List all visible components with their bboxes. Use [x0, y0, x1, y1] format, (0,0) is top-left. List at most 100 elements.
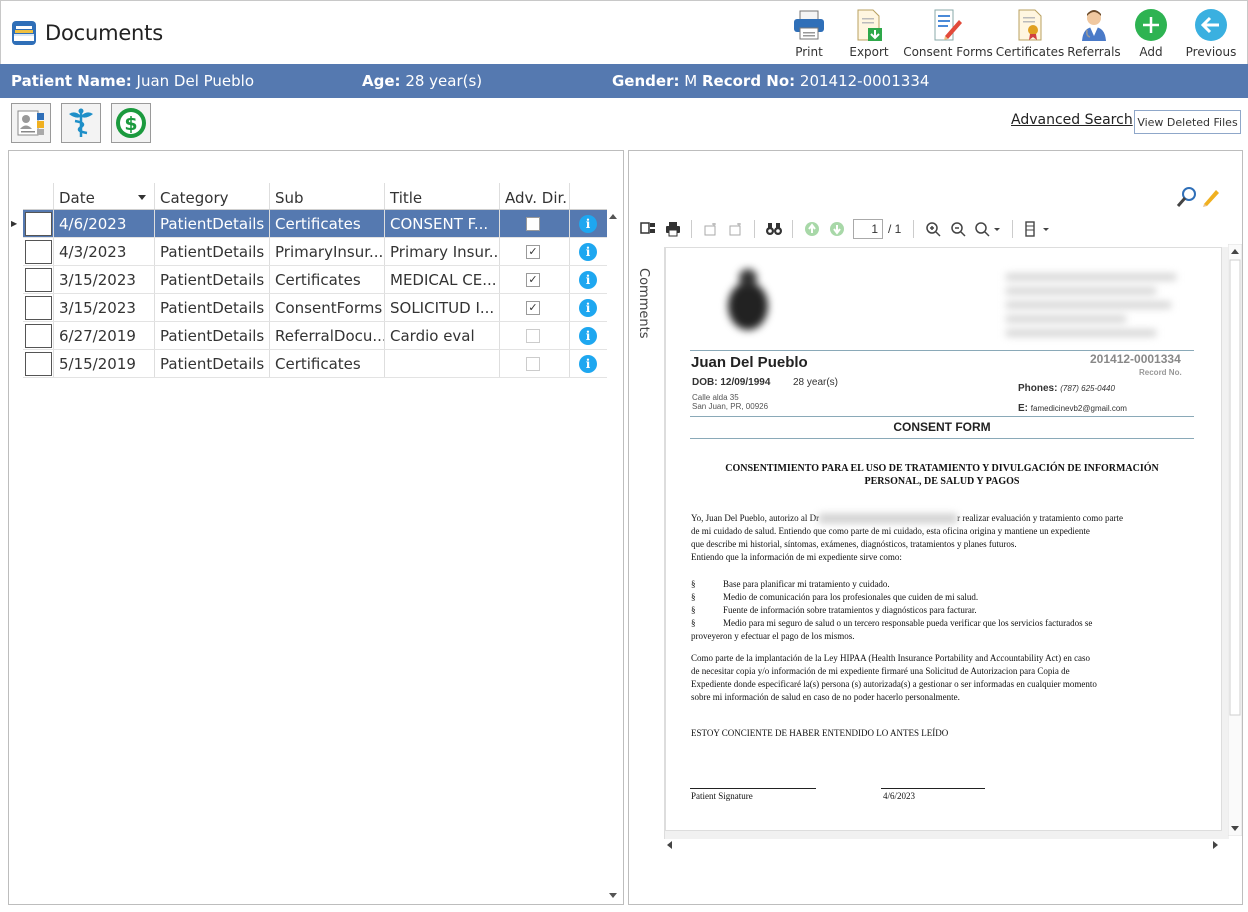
toolbar: Print Export Consent Forms Certificates … — [779, 7, 1241, 59]
column-header-sub[interactable]: Sub — [270, 183, 385, 209]
certificates-label: Certificates — [995, 45, 1065, 59]
next-page-icon[interactable] — [827, 220, 846, 239]
doc-bullet-text: Base para planificar mi tratamiento y cu… — [723, 579, 890, 589]
doc-dob: DOB: 12/09/1994 — [692, 377, 771, 388]
cell-date: 5/15/2019 — [54, 350, 155, 377]
table-row[interactable]: ▶ 4/6/2023 PatientDetails Certificates C… — [11, 210, 607, 238]
previous-page-icon[interactable] — [802, 220, 821, 239]
printer-icon — [791, 7, 827, 43]
doc-patient-name: Juan Del Pueblo — [691, 354, 808, 371]
info-icon[interactable]: i — [579, 215, 597, 233]
cell-category: PatientDetails — [155, 294, 270, 321]
print-doc-icon[interactable] — [663, 220, 682, 239]
referrals-button[interactable]: Referrals — [1067, 7, 1121, 59]
adv-dir-checkbox[interactable] — [526, 329, 540, 343]
row-selector-box — [25, 352, 52, 376]
table-row[interactable]: 3/15/2023 PatientDetails ConsentForms SO… — [23, 294, 607, 322]
cell-date: 3/15/2023 — [54, 294, 155, 321]
column-header-date[interactable]: Date — [54, 183, 155, 209]
document-canvas: Juan Del Pueblo 201412-0001334 Record No… — [664, 247, 1229, 839]
app-header: Documents Print Export Consent Forms Cer… — [0, 0, 1248, 64]
column-header-title[interactable]: Title — [385, 183, 500, 209]
cell-sub: Certificates — [270, 266, 385, 293]
row-selector-box — [25, 240, 52, 264]
viewer-horizontal-scrollbar[interactable] — [664, 838, 1229, 852]
consent-forms-button[interactable]: Consent Forms — [903, 7, 993, 59]
binoculars-icon[interactable] — [764, 220, 783, 239]
info-icon[interactable]: i — [579, 355, 597, 373]
certificates-button[interactable]: Certificates — [995, 7, 1065, 59]
current-row-indicator-icon: ▶ — [11, 219, 18, 228]
column-header-adv-dir[interactable]: Adv. Dir. — [500, 183, 570, 209]
cell-adv-dir — [500, 322, 570, 349]
doc-phones-label: Phones: — [1018, 383, 1058, 394]
thumbnails-icon[interactable] — [638, 220, 657, 239]
info-icon[interactable]: i — [579, 271, 597, 289]
export-button[interactable]: Export — [839, 7, 899, 59]
doc-bullet-text: Medio para mi seguro de salud o un terce… — [723, 618, 1093, 628]
info-icon[interactable]: i — [579, 327, 597, 345]
doc-para-1-line-1: Yo, Juan Del Pueblo, autorizo al Dr r rea… — [691, 512, 1191, 525]
advanced-search-link[interactable]: Advanced Search — [1011, 112, 1133, 128]
toolbar-separator — [1012, 220, 1014, 238]
row-selector[interactable] — [23, 294, 54, 321]
adv-dir-checkbox[interactable] — [526, 217, 540, 231]
info-icon[interactable]: i — [579, 299, 597, 317]
adv-dir-checkbox[interactable]: ✓ — [526, 301, 540, 315]
cell-date: 6/27/2019 — [54, 322, 155, 349]
cell-info: i — [570, 210, 607, 237]
row-selector[interactable] — [23, 350, 54, 377]
doc-bullet-text: Fuente de información sobre tratamientos… — [723, 605, 977, 615]
document-page: Juan Del Pueblo 201412-0001334 Record No… — [665, 247, 1222, 831]
doc-address-2: San Juan, PR, 00926 — [692, 402, 769, 411]
adv-dir-checkbox[interactable] — [526, 357, 540, 371]
table-row[interactable]: 5/15/2019 PatientDetails Certificates i — [23, 350, 607, 378]
info-icon[interactable]: i — [579, 243, 597, 261]
doc-record-no-label: Record No. — [1139, 368, 1182, 377]
medical-button[interactable] — [61, 103, 101, 143]
cell-adv-dir: ✓ — [500, 294, 570, 321]
column-header-category[interactable]: Category — [155, 183, 270, 209]
print-button[interactable]: Print — [783, 7, 835, 59]
view-deleted-files-button[interactable]: View Deleted Files — [1134, 110, 1241, 134]
cell-title: Cardio eval — [385, 322, 500, 349]
adv-dir-checkbox[interactable]: ✓ — [526, 245, 540, 259]
cell-sub: PrimaryInsur... — [270, 238, 385, 265]
patient-details-button[interactable] — [11, 103, 51, 143]
previous-button[interactable]: Previous — [1181, 7, 1241, 59]
doc-bullet-continuation: proveyeron y efectuar el pago de los mis… — [691, 631, 855, 641]
adv-dir-checkbox[interactable]: ✓ — [526, 273, 540, 287]
viewer-vertical-scrollbar[interactable] — [1227, 243, 1243, 837]
zoom-in-icon[interactable] — [923, 220, 942, 239]
row-selector-box — [25, 268, 52, 292]
comments-tab-label: Comments — [636, 268, 651, 339]
document-viewer-panel: 1 / 1 Comments Juan Del Pueblo 201412-00… — [628, 150, 1243, 905]
table-row[interactable]: 4/3/2023 PatientDetails PrimaryInsur... … — [23, 238, 607, 266]
row-selector[interactable] — [23, 266, 54, 293]
viewer-toolbar: 1 / 1 — [629, 216, 1229, 242]
comments-tab[interactable]: Comments — [635, 266, 653, 346]
row-selector[interactable] — [23, 238, 54, 265]
row-selector[interactable] — [23, 322, 54, 349]
doc-para-1a: Yo, Juan Del Pueblo, autorizo al Dr — [691, 513, 820, 523]
add-button[interactable]: Add — [1125, 7, 1177, 59]
magnifier-icon[interactable] — [1176, 186, 1198, 208]
print-label: Print — [795, 45, 823, 59]
billing-button[interactable]: $ — [111, 103, 151, 143]
table-row[interactable]: 3/15/2023 PatientDetails Certificates ME… — [23, 266, 607, 294]
first-page-icon[interactable] — [701, 220, 720, 239]
doc-para-2c: Expediente donde especificaré la(s) pers… — [691, 679, 1097, 689]
page-number-input[interactable]: 1 — [853, 219, 883, 239]
table-row[interactable]: 6/27/2019 PatientDetails ReferralDocu...… — [23, 322, 607, 350]
zoom-dropdown-icon[interactable] — [973, 220, 1003, 239]
grid-vertical-scrollbar[interactable] — [606, 209, 620, 903]
patient-age-value: 28 year(s) — [405, 72, 483, 90]
zoom-out-icon[interactable] — [948, 220, 967, 239]
doc-email-label: E: — [1018, 403, 1028, 414]
pencil-icon[interactable] — [1200, 186, 1222, 208]
doc-para-2a: Como parte de la implantación de la Ley … — [691, 653, 1091, 663]
last-page-icon[interactable] — [726, 220, 745, 239]
action-row: $ Advanced Search View Deleted Files — [0, 98, 1248, 150]
page-layout-dropdown-icon[interactable] — [1022, 220, 1052, 239]
row-selector[interactable] — [23, 210, 54, 237]
